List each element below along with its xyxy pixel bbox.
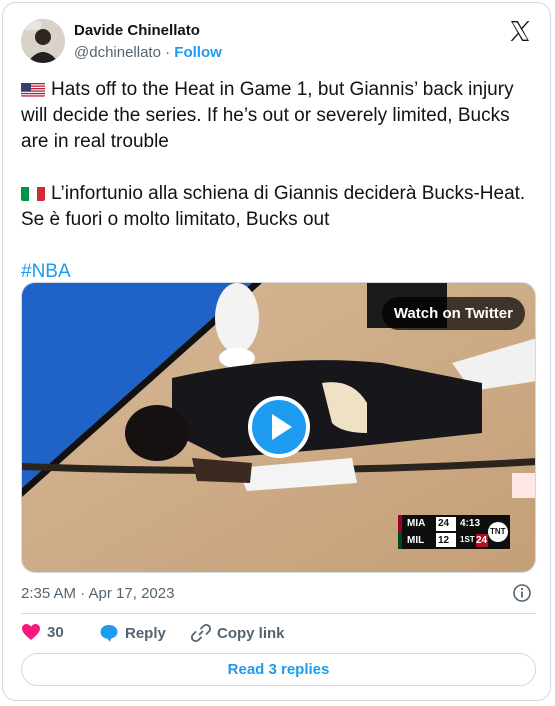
tweet-paragraph-it: L’infortunio alla schiena di Giannis dec… [21,181,536,233]
follow-button[interactable]: Follow [174,44,222,61]
author-name[interactable]: Davide Chinellato [74,22,200,39]
heart-icon [22,624,40,640]
reply-button[interactable]: Reply [99,623,166,643]
tweet-text-en: Hats off to the Heat in Game 1, but Gian… [21,79,514,152]
copy-link-button[interactable]: Copy link [191,623,285,643]
us-flag-icon [21,81,45,97]
hashtag-link[interactable]: #NBA [21,261,71,282]
reply-bubble-icon [100,625,118,642]
tweet-paragraph-en: Hats off to the Heat in Game 1, but Gian… [21,77,536,155]
play-icon [272,414,292,440]
watch-on-twitter-button[interactable]: Watch on Twitter [381,297,525,330]
shot-clock: 24 [476,535,488,546]
read-replies-button[interactable]: Read 3 replies [21,653,536,686]
team1-label: MIA [407,518,426,529]
team2-score: 12 [438,535,450,546]
game-clock: 4:13 [460,518,481,529]
game-quarter: 1ST [460,535,475,544]
network-logo: TNT [490,527,506,536]
tweet-text: Hats off to the Heat in Game 1, but Gian… [21,77,536,311]
team1-score: 24 [438,518,450,529]
italy-flag-icon [21,185,45,201]
tweet-timestamp[interactable]: 2:35 AM · Apr 17, 2023 [21,585,174,602]
reply-label: Reply [125,624,166,642]
author-avatar[interactable] [21,19,65,63]
scoreboard: MIA 24 MIL 12 4:13 1ST 24 TNT [398,515,510,549]
play-button[interactable] [248,396,310,458]
like-button[interactable]: 30 [21,623,64,641]
like-count: 30 [47,623,64,641]
link-icon [191,623,211,643]
tweet-card: Davide Chinellato @dchinellato · Follow [2,2,551,701]
author-handle-row: @dchinellato · Follow [74,44,222,61]
info-icon[interactable] [512,583,532,603]
separator-dot: · [165,44,171,61]
video-player[interactable]: Watch on Twitter MIA 24 MIL 12 4:13 1ST … [21,282,536,573]
divider [21,613,536,614]
x-logo-icon[interactable] [508,19,532,43]
author-handle[interactable]: @dchinellato [74,44,161,61]
team2-label: MIL [407,535,425,546]
copy-link-label: Copy link [217,624,285,642]
tweet-text-it: L’infortunio alla schiena di Giannis dec… [21,183,526,230]
